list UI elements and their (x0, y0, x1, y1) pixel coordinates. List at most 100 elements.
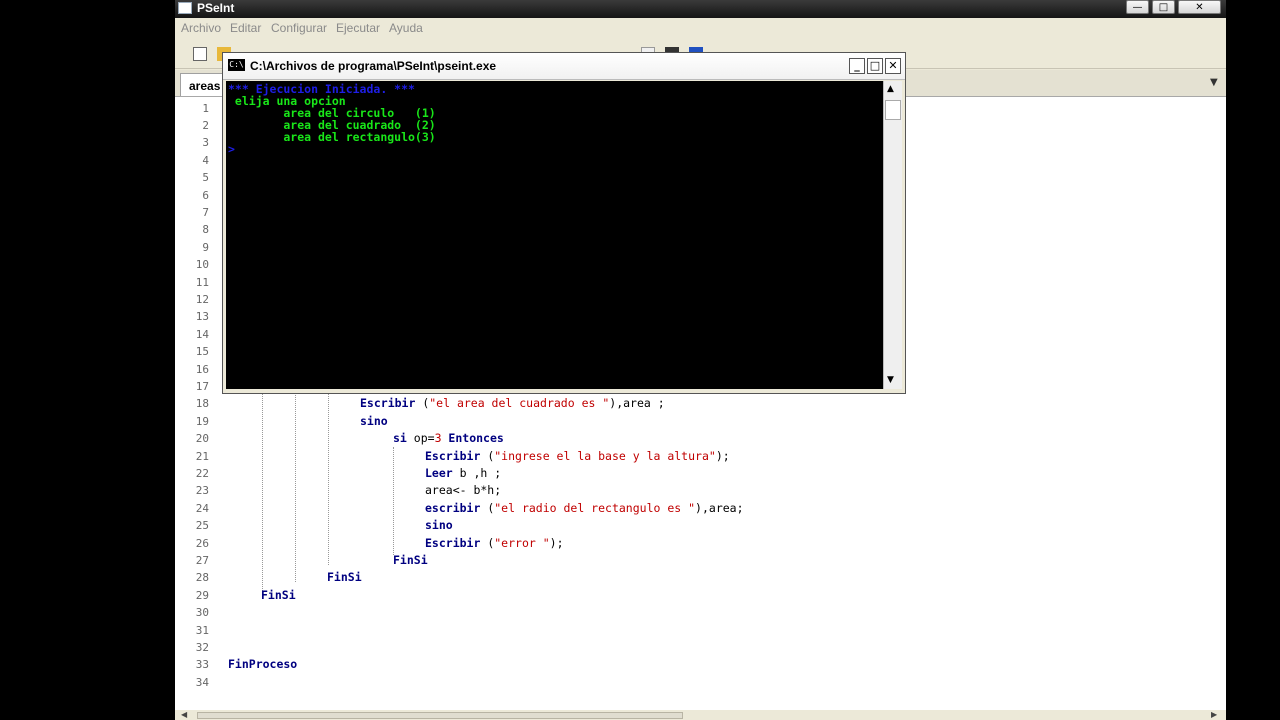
window-title: PSeInt (197, 1, 235, 15)
scroll-right-arrow-icon[interactable]: ▶ (1211, 710, 1217, 719)
title-bar[interactable]: PSeInt — □ ✕ (175, 0, 1226, 18)
line-number: 8 (202, 223, 209, 236)
indent-guide (393, 447, 394, 555)
scroll-up-arrow-icon[interactable]: ▲ (887, 84, 894, 94)
menu-editar[interactable]: Editar (230, 21, 261, 35)
menu-ayuda[interactable]: Ayuda (389, 21, 423, 35)
line-number: 11 (195, 276, 209, 289)
code-token: b ,h ; (452, 466, 502, 480)
code-line-20: si op=3 Entonces (393, 430, 504, 447)
line-number: 6 (202, 189, 209, 202)
code-token: Entonces (441, 431, 504, 445)
code-token: FinProceso (228, 657, 298, 671)
scroll-left-arrow-icon[interactable]: ◀ (181, 710, 187, 719)
menu-ejecutar[interactable]: Ejecutar (336, 21, 380, 35)
line-number: 30 (195, 606, 209, 619)
maximize-button[interactable]: □ (1152, 0, 1175, 14)
line-number: 27 (195, 554, 209, 567)
line-number: 25 (195, 519, 209, 532)
code-line-23: area<- b*h; (425, 482, 501, 499)
code-token: op= (406, 431, 435, 445)
code-line-19: sino (360, 413, 388, 430)
code-line-27: FinSi (393, 552, 428, 569)
indent-guide (328, 387, 329, 565)
code-token: ( (415, 396, 430, 410)
line-number: 10 (195, 258, 209, 271)
line-number: 7 (202, 206, 209, 219)
code-token: 3 (434, 431, 442, 445)
console-window: C:\ C:\Archivos de programa\PSeInt\psein… (222, 52, 906, 394)
line-number: 31 (195, 624, 209, 637)
code-token: escribir (425, 501, 481, 515)
line-number: 15 (195, 345, 209, 358)
console-close-button[interactable]: ✕ (885, 58, 901, 74)
scroll-down-arrow-icon[interactable]: ▼ (887, 375, 894, 385)
code-token: FinSi (327, 570, 362, 584)
code-token: ); (549, 536, 564, 550)
code-token: ); (715, 449, 730, 463)
code-line-26: Escribir ("error "); (425, 535, 564, 552)
new-file-icon[interactable] (193, 47, 207, 61)
code-token: ( (480, 501, 495, 515)
line-number: 22 (195, 467, 209, 480)
line-number: 20 (195, 432, 209, 445)
code-token: ( (480, 536, 495, 550)
console-output[interactable]: *** Ejecucion Iniciada. *** elija una op… (226, 81, 883, 389)
scrollbar-thumb[interactable] (197, 712, 683, 719)
menu-archivo[interactable]: Archivo (181, 21, 221, 35)
code-token: FinSi (261, 588, 296, 602)
minimize-button[interactable]: — (1126, 0, 1149, 14)
code-line-21: Escribir ("ingrese el la base y la altur… (425, 448, 730, 465)
line-number: 16 (195, 363, 209, 376)
line-number: 9 (202, 241, 209, 254)
line-number: 21 (195, 450, 209, 463)
line-number: 14 (195, 328, 209, 341)
code-line-28: FinSi (327, 569, 362, 586)
line-number: 4 (202, 154, 209, 167)
console-vertical-scrollbar[interactable]: ▲ ▼ (883, 81, 902, 389)
line-number: 23 (195, 484, 209, 497)
code-token: area<- b*h; (425, 483, 502, 497)
code-line-29: FinSi (261, 587, 296, 604)
horizontal-scrollbar[interactable]: ◀ ▶ (175, 710, 1226, 720)
console-title: C:\Archivos de programa\PSeInt\pseint.ex… (250, 59, 497, 73)
scrollbar-thumb[interactable] (885, 100, 901, 120)
code-token: Escribir (425, 536, 481, 550)
code-token: sino (425, 518, 453, 532)
code-token: "el area del cuadrado es " (429, 396, 610, 410)
code-token: Escribir (360, 396, 416, 410)
line-number-gutter: 1 2 3 4 5 6 7 8 9 10 11 12 13 14 15 16 1… (175, 97, 215, 710)
line-number: 33 (195, 658, 209, 671)
console-maximize-button[interactable]: □ (867, 58, 883, 74)
line-number: 29 (195, 589, 209, 602)
indent-guide (295, 387, 296, 582)
close-button[interactable]: ✕ (1178, 0, 1221, 14)
code-line-24: escribir ("el radio del rectangulo es ")… (425, 500, 744, 517)
code-line-33: FinProceso (228, 656, 297, 673)
code-token: ),area ; (609, 396, 665, 410)
console-line: area del rectangulo(3) (228, 130, 436, 144)
console-prompt: > (228, 142, 235, 156)
code-token: Escribir (425, 449, 481, 463)
line-number: 28 (195, 571, 209, 584)
console-minimize-button[interactable]: _ (849, 58, 865, 74)
indent-guide (262, 387, 263, 599)
code-token: ( (480, 449, 495, 463)
code-line-25: sino (425, 517, 453, 534)
code-token: "error " (494, 536, 550, 550)
menu-configurar[interactable]: Configurar (271, 21, 327, 35)
code-token: FinSi (393, 553, 428, 567)
app-icon (178, 2, 192, 14)
code-line-22: Leer b ,h ; (425, 465, 501, 482)
tab-list-arrow-icon[interactable]: ▼ (1210, 77, 1218, 88)
code-token: sino (360, 414, 388, 428)
tab-label: areas (189, 79, 221, 93)
code-line-18: Escribir ("el area del cuadrado es "),ar… (360, 395, 665, 412)
line-number: 26 (195, 537, 209, 550)
console-title-bar[interactable]: C:\ C:\Archivos de programa\PSeInt\psein… (223, 53, 905, 80)
line-number: 5 (202, 171, 209, 184)
line-number: 2 (202, 119, 209, 132)
line-number: 1 (202, 102, 209, 115)
line-number: 32 (195, 641, 209, 654)
line-number: 17 (195, 380, 209, 393)
